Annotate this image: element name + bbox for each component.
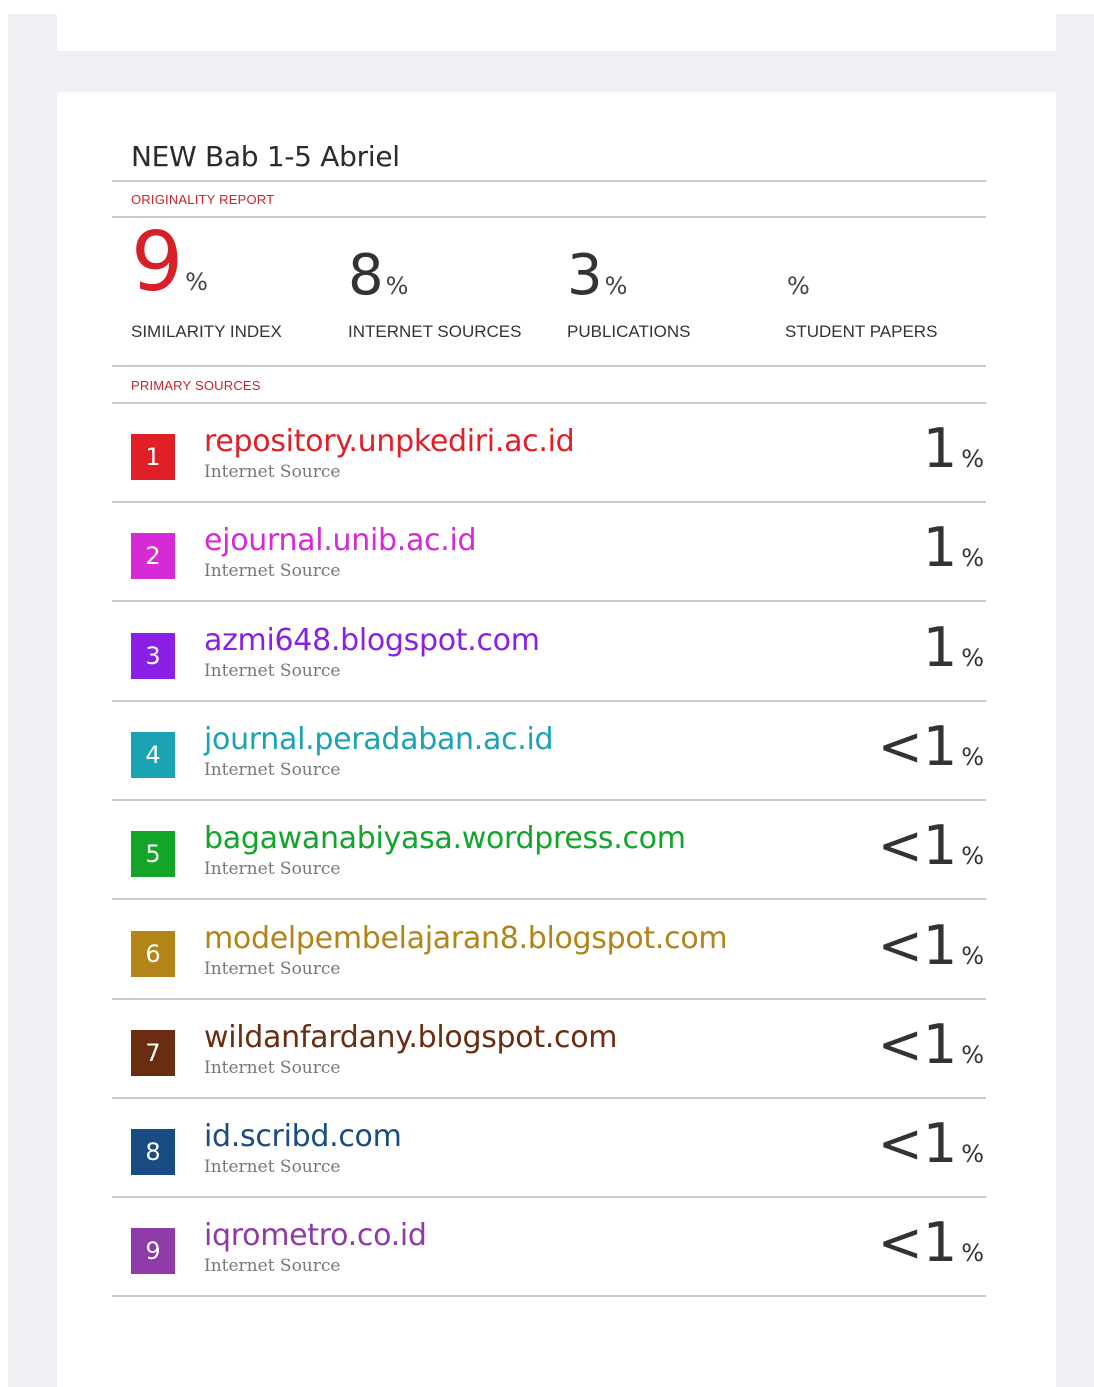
student-papers-percent-sign: % (787, 272, 810, 300)
source-percent-value: 1 (922, 417, 958, 480)
originality-report-page: NEW Bab 1-5 Abriel ORIGINALITY REPORT 9%… (57, 92, 1056, 1387)
source-percent-value: 1 (922, 516, 958, 580)
source-percent: 1% (923, 620, 984, 675)
internet-sources-value: 8 (348, 243, 384, 308)
source-type-label: Internet Source (204, 958, 341, 979)
similarity-index-value: 9 (131, 215, 184, 310)
source-percent-value: 1 (922, 615, 958, 679)
source-percent: 1% (923, 422, 984, 476)
source-percent-sign: % (961, 643, 984, 672)
source-percent-sign: % (961, 1140, 984, 1169)
similarity-index-percent-sign: % (185, 268, 208, 296)
source-percent: <1% (878, 819, 984, 873)
source-percent-value: <1 (877, 814, 958, 878)
source-percent-value: <1 (877, 714, 958, 778)
source-rank-badge: 8 (131, 1129, 175, 1176)
source-rank-badge: 2 (131, 533, 175, 580)
publications-percent-sign: % (604, 272, 628, 300)
source-row: 5 bagawanabiyasa.wordpress.com Internet So… (112, 801, 986, 901)
source-percent-value: <1 (877, 1112, 958, 1176)
source-type-label: Internet Source (204, 462, 341, 482)
source-type-label: Internet Source (204, 660, 341, 681)
source-percent: 1% (923, 521, 984, 575)
source-rank-badge: 6 (131, 930, 175, 977)
source-percent-sign: % (961, 941, 984, 970)
source-link[interactable]: journal.peradaban.ac.id (204, 722, 554, 757)
source-row: 9 iqrometro.co.id Internet Source <1% (112, 1198, 986, 1298)
internet-sources-label: INTERNET SOURCES (348, 322, 522, 341)
source-link[interactable]: iqrometro.co.id (204, 1218, 427, 1253)
originality-divider (112, 216, 986, 218)
originality-report-label: ORIGINALITY REPORT (131, 192, 275, 207)
internet-sources-percent-sign: % (385, 272, 409, 300)
source-rank-badge: 9 (131, 1228, 175, 1275)
source-row: 2 ejournal.unib.ac.id Internet Source 1% (112, 503, 986, 603)
title-divider (112, 180, 986, 182)
source-link[interactable]: modelpembelajaran8.blogspot.com (204, 921, 728, 956)
source-link[interactable]: azmi648.blogspot.com (204, 623, 540, 658)
publications-label: PUBLICATIONS (567, 322, 691, 341)
source-link[interactable]: wildanfardany.blogspot.com (204, 1020, 618, 1055)
source-percent-sign: % (961, 445, 984, 473)
source-percent-value: <1 (877, 1211, 958, 1275)
source-type-label: Internet Source (204, 1256, 341, 1277)
stats-divider (112, 365, 986, 367)
source-percent: <1% (878, 1017, 984, 1072)
primary-sources-label: PRIMARY SOURCES (131, 378, 261, 393)
source-link[interactable]: repository.unpkediri.ac.id (204, 424, 575, 459)
source-rank-badge: 1 (131, 434, 175, 480)
source-percent: <1% (878, 1117, 984, 1171)
similarity-index-label: SIMILARITY INDEX (131, 322, 282, 341)
source-percent-sign: % (961, 544, 984, 573)
publications-value: 3 (567, 243, 603, 308)
document-title: NEW Bab 1-5 Abriel (131, 140, 400, 173)
source-percent: <1% (878, 918, 984, 973)
source-rank-badge: 7 (131, 1029, 175, 1076)
source-row: 6 modelpembelajaran8.blogspot.com Internet… (112, 901, 986, 1000)
source-percent: <1% (878, 1216, 984, 1270)
source-percent-sign: % (961, 1040, 984, 1069)
source-row: 4 journal.peradaban.ac.id Internet Source <… (112, 702, 986, 801)
source-percent-sign: % (961, 1239, 984, 1268)
source-type-label: Internet Source (204, 759, 341, 780)
source-row: 3 azmi648.blogspot.com Internet Source 1% (112, 603, 986, 702)
source-percent-sign: % (961, 842, 984, 871)
source-row: 8 id.scribd.com Internet Source <1% (112, 1099, 986, 1199)
source-percent-value: <1 (877, 913, 958, 977)
source-percent: <1% (878, 719, 984, 774)
source-row: 1 repository.unpkediri.ac.id Internet Sour… (112, 404, 986, 503)
source-type-label: Internet Source (204, 561, 341, 582)
student-papers-label: STUDENT PAPERS (785, 322, 938, 341)
previous-page-card (57, 14, 1056, 51)
source-link[interactable]: ejournal.unib.ac.id (204, 523, 477, 558)
source-percent-sign: % (961, 742, 984, 771)
source-rank-badge: 4 (131, 731, 175, 778)
source-percent-value: <1 (877, 1012, 958, 1076)
source-link[interactable]: bagawanabiyasa.wordpress.com (204, 821, 686, 856)
source-type-label: Internet Source (204, 1157, 341, 1178)
source-rank-badge: 5 (131, 831, 175, 878)
source-row: 7 wildanfardany.blogspot.com Internet Sour… (112, 1000, 986, 1099)
source-type-label: Internet Source (204, 1057, 341, 1078)
source-type-label: Internet Source (204, 859, 341, 880)
source-rank-badge: 3 (131, 632, 175, 679)
source-link[interactable]: id.scribd.com (204, 1119, 402, 1154)
